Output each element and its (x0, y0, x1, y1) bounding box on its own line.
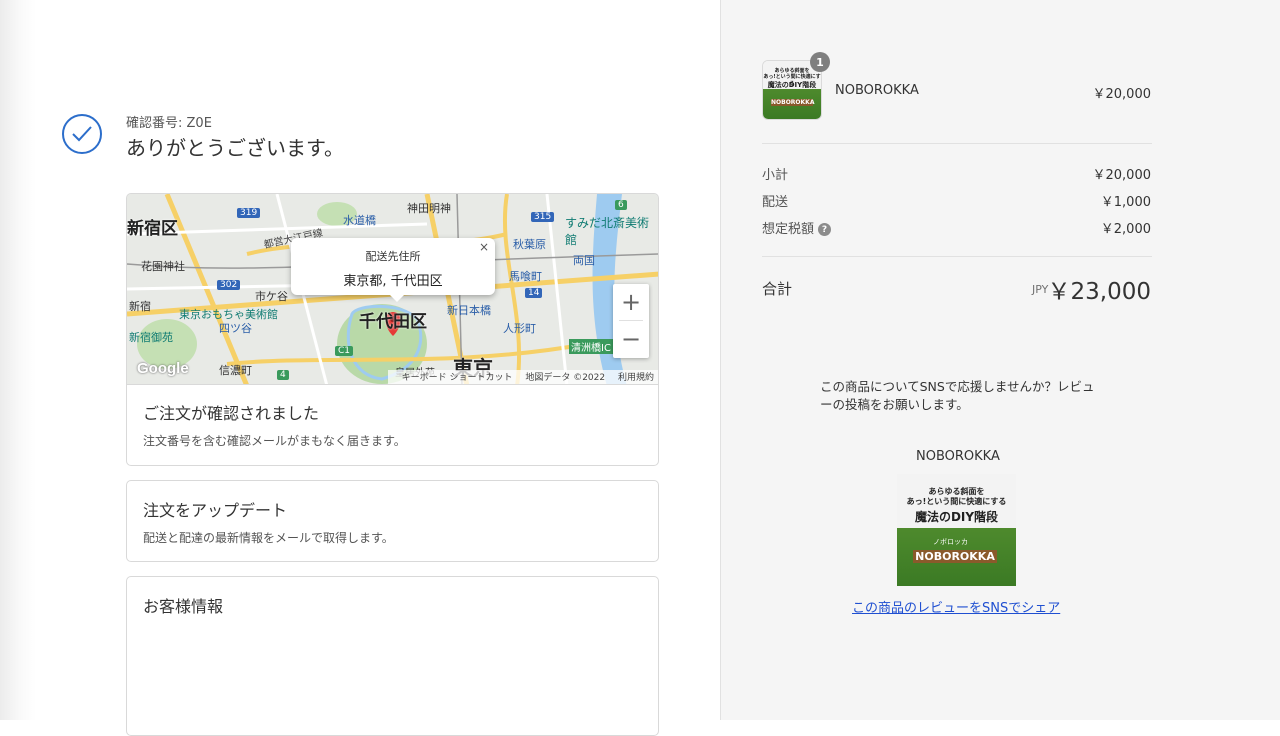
help-icon[interactable]: ? (818, 223, 832, 236)
quantity-badge: 1 (810, 52, 830, 72)
close-icon[interactable]: × (479, 240, 489, 254)
product-image: あらゆる斜面を あっ!という間に快適にする 魔法のDIY階段 ノボロッカ NOB… (897, 474, 1016, 586)
road-shield: 315 (531, 212, 555, 222)
map-label: 新日本橋 (447, 304, 491, 317)
map-label: 四ツ谷 (219, 322, 252, 335)
product-image: あらゆる斜面を あっ!という間に快適にする 魔法のDIY階段 NOBOROKKA (763, 61, 821, 119)
road-shield: C1 (335, 346, 354, 356)
map-label: 秋葉原 (513, 238, 546, 251)
checkmark-icon (62, 114, 102, 154)
product-logo: NOBOROKKA (913, 550, 997, 563)
popup-title: 配送先住所 (365, 250, 421, 263)
popup-address: 東京都, 千代田区 (343, 274, 443, 289)
product-name: NOBOROKKA (835, 83, 919, 98)
google-logo[interactable]: Google (137, 360, 189, 377)
zoom-in-button[interactable]: + (613, 284, 649, 320)
product-image-text: 魔法のDIY階段 (914, 510, 999, 524)
tax-label: 想定税額 (762, 222, 815, 237)
order-confirmed-card: ご注文が確認されました 注文番号を含む確認メールがまもなく届きます。 (126, 384, 659, 466)
share-review-link[interactable]: この商品のレビューをSNSでシェア (852, 597, 1060, 616)
order-update-card: 注文をアップデート 配送と配達の最新情報をメールで取得します。 (126, 480, 659, 562)
road-shield: 4 (277, 370, 289, 380)
zoom-out-button[interactable]: − (613, 321, 649, 357)
map-label: 両国 (573, 254, 595, 267)
map-label: 市ケ谷 (255, 290, 288, 303)
map-label: 新宿御苑 (129, 331, 173, 344)
popup-pointer (389, 294, 405, 302)
thank-you-heading: ありがとうございます。 (126, 136, 344, 160)
shipping-label: 配送 (762, 195, 789, 210)
map-label: 千代田区 (359, 312, 427, 332)
map-label: 神田明神 (407, 202, 451, 215)
map-label: 人形町 (503, 322, 536, 335)
card-title: ご注文が確認されました (143, 404, 320, 423)
sns-product-name: NOBOROKKA (916, 449, 1000, 464)
address-popup: 配送先住所 東京都, 千代田区 × (291, 238, 495, 295)
map-label: 水道橋 (343, 214, 376, 227)
confirmation-number: 確認番号: Z0E (126, 116, 212, 131)
card-text: 配送と配達の最新情報をメールで取得します。 (143, 531, 394, 545)
card-title: お客様情報 (143, 597, 224, 616)
map-label: 花園神社 (141, 260, 185, 273)
subtotal-label: 小計 (762, 168, 789, 183)
sns-product-image[interactable]: あらゆる斜面を あっ!という間に快適にする 魔法のDIY階段 ノボロッカ NOB… (897, 474, 1016, 586)
map-label: 信濃町 (219, 364, 252, 377)
product-image-text: あっ!という間に快適にする (906, 497, 1007, 506)
road-shield: 6 (615, 200, 627, 210)
keyboard-shortcuts-link[interactable]: キーボード ショートカット (402, 373, 513, 383)
road-shield: 319 (237, 208, 261, 218)
product-logo-sub: ノボロッカ (933, 538, 968, 546)
card-text: 注文番号を含む確認メールがまもなく届きます。 (143, 434, 406, 448)
divider (762, 143, 1152, 144)
map-label: 新宿 (129, 300, 151, 313)
edge-shadow (0, 0, 36, 720)
card-title: 注文をアップデート (143, 501, 288, 520)
shipping-map[interactable]: 新宿区 千代田区 東京 神田明神 水道橋 秋葉原 馬喰町 両国 すみだ北斎美術館… (126, 193, 659, 385)
customer-info-card: お客様情報 (126, 576, 659, 736)
product-image-text: 魔法のDIY階段 (767, 81, 817, 89)
map-data-text: 地図データ ©2022 (525, 373, 606, 383)
total-value: ￥23,000 (1047, 279, 1151, 305)
terms-link[interactable]: 利用規約 (618, 373, 654, 383)
product-price: ￥20,000 (1092, 87, 1152, 102)
tax-value: ￥2,000 (1100, 222, 1151, 237)
shipping-value: ￥1,000 (1100, 195, 1151, 210)
product-logo: NOBOROKKA (771, 99, 815, 106)
map-label: すみだ北斎美術館 (565, 216, 650, 247)
divider (762, 256, 1152, 257)
map-label: 馬喰町 (509, 270, 542, 283)
total-label: 合計 (762, 280, 793, 298)
currency-code: JPY (1032, 283, 1049, 296)
map-attribution: キーボード ショートカット 地図データ ©2022 利用規約 (387, 370, 658, 384)
road-shield: 14 (525, 288, 543, 298)
sns-message: この商品についてSNSで応援しませんか？レビューの投稿をお願いします。 (820, 379, 1095, 412)
zoom-controls: + − (613, 284, 649, 358)
tax-row: 想定税額? (762, 218, 832, 237)
road-shield: 302 (217, 280, 241, 290)
map-label: 清洲橋IC (569, 339, 613, 354)
map-label: 新宿区 (127, 219, 178, 239)
subtotal-value: ￥20,000 (1092, 168, 1152, 183)
